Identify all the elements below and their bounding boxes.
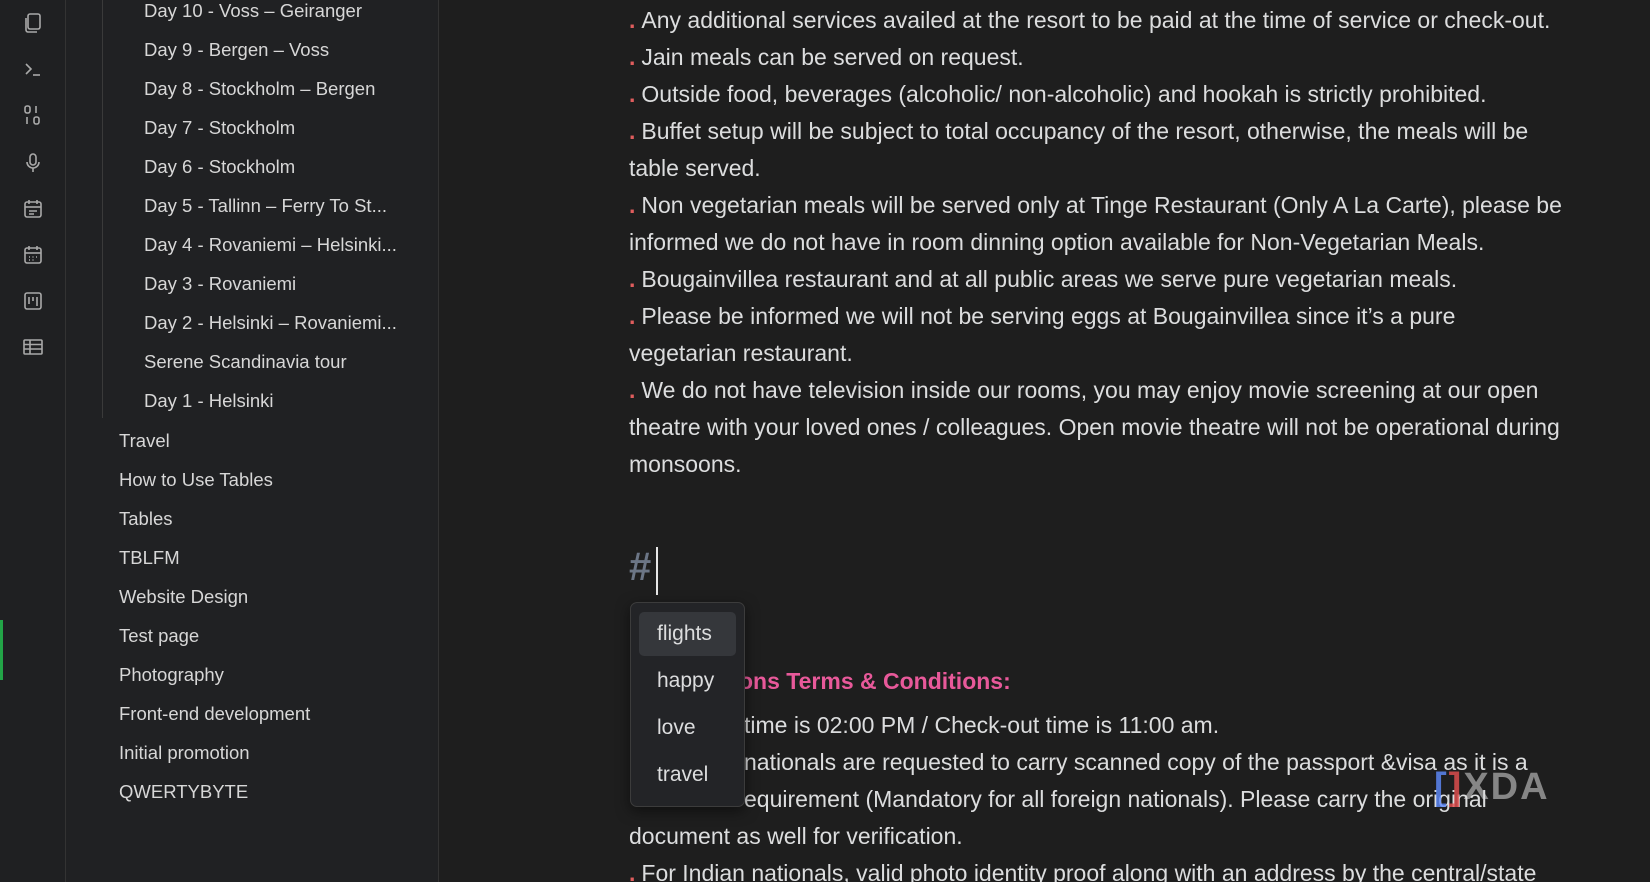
left-ribbon <box>0 0 66 882</box>
table-icon[interactable] <box>18 332 48 362</box>
list-bullet: . <box>629 7 636 33</box>
editor-line: . Jain meals can be served on request. <box>629 44 1024 70</box>
list-bullet: . <box>629 266 636 292</box>
app-window: Day 10 - Voss – Geiranger Day 9 - Bergen… <box>0 0 1650 882</box>
editor-line: table served. <box>629 155 761 181</box>
editor-line: . We do not have television inside our ro… <box>629 377 1539 403</box>
list-bullet: . <box>629 118 636 144</box>
tree-item[interactable]: Front-end development <box>119 703 419 725</box>
tree-indent-guide <box>102 0 103 418</box>
list-bullet: . <box>629 81 636 107</box>
suggestion-item-flights[interactable]: flights <box>639 612 736 656</box>
list-bullet: . <box>629 860 636 882</box>
tree-item[interactable]: Day 10 - Voss – Geiranger <box>144 0 414 22</box>
editor-pane[interactable]: . Any additional services availed at the … <box>439 0 1650 882</box>
list-bullet: . <box>629 44 636 70</box>
tree-item[interactable]: TBLFM <box>119 547 419 569</box>
tree-item[interactable]: Day 5 - Tallinn – Ferry To St... <box>144 195 414 217</box>
editor-line: monsoons. <box>629 451 742 477</box>
editor-line: . Please be informed we will not be servi… <box>629 303 1456 329</box>
editor-line: . For Indian nationals, valid photo ident… <box>629 855 1639 882</box>
tree-item[interactable]: Test page <box>119 625 419 647</box>
tree-item[interactable]: Serene Scandinavia tour <box>144 351 414 373</box>
xda-watermark: []XDA <box>1434 766 1550 808</box>
watermark-text: XDA <box>1463 766 1550 808</box>
tag-suggestion-popup: flights happy love travel <box>630 602 745 807</box>
tree-item[interactable]: Day 9 - Bergen – Voss <box>144 39 414 61</box>
suggestion-item-love[interactable]: love <box>639 706 736 750</box>
tree-item[interactable]: Travel <box>119 430 419 452</box>
editor-line: informed we do not have in room dinning … <box>629 229 1485 255</box>
editor-line: time is 02:00 PM / Check-out time is 11:… <box>744 712 1220 738</box>
tree-item[interactable]: Tables <box>119 508 419 530</box>
editor-line: document as well for verification. <box>629 823 963 849</box>
window-accent-strip <box>0 620 3 680</box>
tree-item[interactable]: Day 8 - Stockholm – Bergen <box>144 78 414 100</box>
list-bullet: . <box>629 192 636 218</box>
section-heading: ons Terms & Conditions: <box>739 668 1011 694</box>
tree-item[interactable]: Day 3 - Rovaniemi <box>144 273 414 295</box>
list-bullet: . <box>629 377 636 403</box>
editor-line: theatre with your loved ones / colleague… <box>629 414 1560 440</box>
suggestion-item-happy[interactable]: happy <box>639 659 736 703</box>
tree-item[interactable]: Day 4 - Rovaniemi – Helsinki... <box>144 234 414 256</box>
binary-icon[interactable] <box>18 100 48 130</box>
tree-item[interactable]: QWERTYBYTE <box>119 781 419 803</box>
heading-marker: # <box>629 545 652 589</box>
calendar-list-icon[interactable] <box>18 194 48 224</box>
microphone-icon[interactable] <box>18 148 48 178</box>
files-icon[interactable] <box>18 8 48 38</box>
tree-item[interactable]: Initial promotion <box>119 742 419 764</box>
list-bullet: . <box>629 303 636 329</box>
kanban-icon[interactable] <box>18 286 48 316</box>
tree-item[interactable]: Day 6 - Stockholm <box>144 156 414 178</box>
editor-line: . Non vegetarian meals will be served onl… <box>629 192 1562 218</box>
tree-item[interactable]: Website Design <box>119 586 419 608</box>
editor-line: vegetarian restaurant. <box>629 340 853 366</box>
tree-item[interactable]: Photography <box>119 664 419 686</box>
suggestion-item-travel[interactable]: travel <box>639 753 736 797</box>
editor-line: . Any additional services availed at the … <box>629 7 1551 33</box>
tree-item[interactable]: Day 7 - Stockholm <box>144 117 414 139</box>
tree-item[interactable]: Day 1 - Helsinki <box>144 390 414 412</box>
editor-line: . Buffet setup will be subject to total o… <box>629 118 1529 144</box>
editor-line: . Bougainvillea restaurant and at all pub… <box>629 266 1458 292</box>
terminal-icon[interactable] <box>18 54 48 84</box>
editor-line: . Outside food, beverages (alcoholic/ non… <box>629 81 1487 107</box>
tree-item[interactable]: How to Use Tables <box>119 469 419 491</box>
calendar-icon[interactable] <box>18 240 48 270</box>
text-cursor <box>656 547 658 595</box>
tree-item[interactable]: Day 2 - Helsinki – Rovaniemi... <box>144 312 414 334</box>
